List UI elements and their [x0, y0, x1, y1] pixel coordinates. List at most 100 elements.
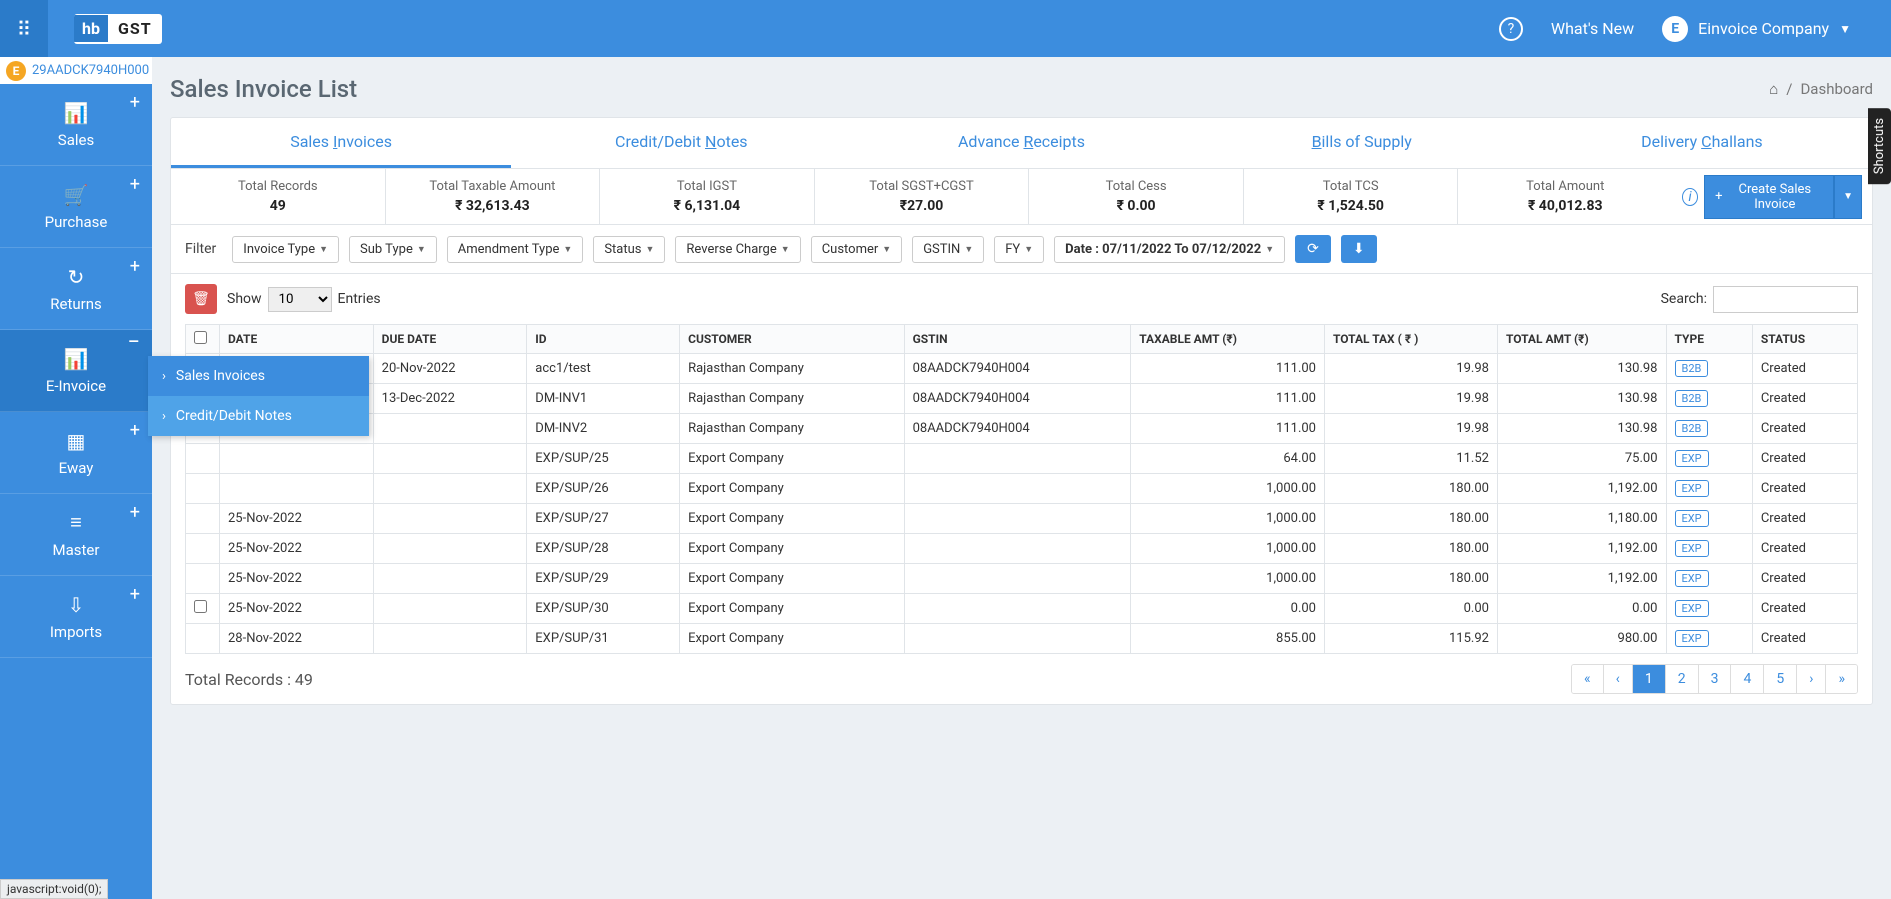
main-content: Sales Invoice List ⌂ / Dashboard Sales I… — [152, 57, 1891, 705]
col-customer[interactable]: CUSTOMER — [680, 325, 904, 354]
col-id[interactable]: ID — [527, 325, 680, 354]
create-cell: i + Create Sales Invoice ▼ — [1672, 175, 1872, 219]
col-status[interactable]: STATUS — [1752, 325, 1857, 354]
table-row[interactable]: EXP/SUP/25 Export Company 64.00 11.52 75… — [186, 444, 1858, 474]
table-row[interactable]: 28-Nov-2022 EXP/SUP/31 Export Company 85… — [186, 624, 1858, 654]
sidebar-item-purchase[interactable]: + 🛒 Purchase — [0, 166, 152, 248]
plus-icon[interactable]: + — [130, 584, 140, 605]
select-all-header — [186, 325, 220, 354]
col-date[interactable]: DATE — [220, 325, 374, 354]
tab-salesinvoices[interactable]: Sales Invoices — [171, 118, 511, 168]
cell-due — [373, 624, 527, 654]
create-sales-invoice-button[interactable]: + Create Sales Invoice — [1704, 175, 1834, 219]
table-row[interactable]: 25-Nov-2022 EXP/SUP/29 Export Company 1,… — [186, 564, 1858, 594]
minus-icon[interactable]: − — [127, 338, 140, 348]
sidebar-item-returns[interactable]: + ↻ Returns — [0, 248, 152, 330]
download-button[interactable]: ⬇ — [1341, 235, 1377, 263]
cell-type: EXP — [1666, 564, 1752, 594]
filter-customer[interactable]: Customer ▼ — [811, 236, 903, 263]
cell-type: EXP — [1666, 474, 1752, 504]
col-taxableamt[interactable]: TAXABLE AMT (₹) — [1131, 325, 1325, 354]
page-btn-1[interactable]: 1 — [1633, 665, 1666, 693]
plus-icon[interactable]: + — [130, 92, 140, 113]
filter-status[interactable]: Status ▼ — [593, 236, 665, 263]
info-icon[interactable]: i — [1682, 188, 1698, 206]
filter-fy[interactable]: FY ▼ — [994, 236, 1044, 263]
sidebar-item-imports[interactable]: + ⇩ Imports — [0, 576, 152, 658]
table-row[interactable]: EXP/SUP/26 Export Company 1,000.00 180.0… — [186, 474, 1858, 504]
page-btn-nav[interactable]: « — [1572, 665, 1604, 693]
filter-amendmenttype[interactable]: Amendment Type ▼ — [447, 236, 584, 263]
page-btn-2[interactable]: 2 — [1666, 665, 1699, 693]
logo[interactable]: hb GST — [74, 14, 162, 44]
page-btn-nav[interactable]: › — [1797, 665, 1826, 693]
total-label: Total Taxable Amount — [386, 179, 600, 194]
cell-status: Created — [1752, 564, 1857, 594]
gstin-selector[interactable]: E 29AADCK7940H000 — [0, 57, 152, 84]
date-range-filter[interactable]: Date : 07/11/2022 To 07/12/2022 ▼ — [1054, 236, 1285, 263]
col-duedate[interactable]: DUE DATE — [373, 325, 527, 354]
cell-gstin — [904, 474, 1131, 504]
app-grid-button[interactable]: ⠿ — [0, 0, 48, 57]
submenu-item-creditdebitnotes[interactable]: ›Credit/Debit Notes — [148, 396, 369, 436]
page-btn-4[interactable]: 4 — [1731, 665, 1764, 693]
tab-advancereceipts[interactable]: Advance Receipts — [851, 118, 1191, 168]
sidebar-item-sales[interactable]: + 📊 Sales — [0, 84, 152, 166]
row-checkbox[interactable] — [194, 600, 207, 613]
table-row[interactable]: DM-INV2 Rajasthan Company 08AADCK7940H00… — [186, 414, 1858, 444]
filter-invoicetype[interactable]: Invoice Type ▼ — [232, 236, 339, 263]
home-icon[interactable]: ⌂ — [1769, 80, 1778, 98]
sidebar-item-master[interactable]: + ≡ Master — [0, 494, 152, 576]
total-label: Total Cess — [1029, 179, 1243, 194]
plus-icon[interactable]: + — [130, 174, 140, 195]
refresh-button[interactable]: ⟳ — [1295, 235, 1331, 263]
filter-subtype[interactable]: Sub Type ▼ — [349, 236, 437, 263]
type-badge: EXP — [1675, 510, 1709, 527]
sidebar-item-einvoice[interactable]: − 📊 E-Invoice — [0, 330, 152, 412]
col-totaltax[interactable]: TOTAL TAX ( ₹ ) — [1325, 325, 1498, 354]
table-row[interactable]: 25-Nov-2022 EXP/SUP/28 Export Company 1,… — [186, 534, 1858, 564]
tab-creditdebitnotes[interactable]: Credit/Debit Notes — [511, 118, 851, 168]
whats-new-link[interactable]: What's New — [1551, 19, 1634, 38]
plus-icon[interactable]: + — [130, 502, 140, 523]
tab-deliverychallans[interactable]: Delivery Challans — [1532, 118, 1872, 168]
delete-button[interactable]: 🗑 — [185, 284, 217, 314]
cell-totaltax: 0.00 — [1325, 594, 1498, 624]
plus-icon[interactable]: + — [130, 420, 140, 441]
table-row[interactable]: 03-Dec-2022 13-Dec-2022 DM-INV1 Rajastha… — [186, 384, 1858, 414]
submenu-label: Sales Invoices — [176, 368, 265, 384]
table-footer: Total Records : 49 «‹12345›» — [171, 654, 1872, 704]
plus-icon[interactable]: + — [130, 256, 140, 277]
cell-totalamt: 1,192.00 — [1497, 534, 1666, 564]
submenu-item-salesinvoices[interactable]: ›Sales Invoices — [148, 356, 369, 396]
shortcuts-tab[interactable]: Shortcuts — [1868, 108, 1891, 184]
col-totalamt[interactable]: TOTAL AMT (₹) — [1497, 325, 1666, 354]
company-selector[interactable]: E Einvoice Company ▼ — [1662, 16, 1851, 42]
cell-customer: Export Company — [680, 504, 904, 534]
table-row[interactable]: 25-Nov-2022 EXP/SUP/30 Export Company 0.… — [186, 594, 1858, 624]
search-input[interactable] — [1713, 286, 1858, 313]
breadcrumb: ⌂ / Dashboard — [1769, 80, 1873, 98]
filter-reversecharge[interactable]: Reverse Charge ▼ — [675, 236, 800, 263]
total-totaligst: Total IGST₹ 6,131.04 — [600, 169, 815, 224]
page-btn-5[interactable]: 5 — [1764, 665, 1797, 693]
cell-customer: Export Company — [680, 594, 904, 624]
col-type[interactable]: TYPE — [1666, 325, 1752, 354]
col-gstin[interactable]: GSTIN — [904, 325, 1131, 354]
table-row[interactable]: 10-Nov-2022 20-Nov-2022 acc1/test Rajast… — [186, 354, 1858, 384]
select-all-checkbox[interactable] — [194, 331, 207, 344]
create-invoice-dropdown[interactable]: ▼ — [1834, 175, 1862, 219]
breadcrumb-current[interactable]: Dashboard — [1800, 80, 1873, 98]
page-btn-nav[interactable]: » — [1826, 665, 1857, 693]
cell-taxable: 855.00 — [1131, 624, 1325, 654]
page-btn-3[interactable]: 3 — [1699, 665, 1732, 693]
cell-id: DM-INV2 — [527, 414, 680, 444]
table-row[interactable]: 25-Nov-2022 EXP/SUP/27 Export Company 1,… — [186, 504, 1858, 534]
cell-status: Created — [1752, 414, 1857, 444]
page-btn-nav[interactable]: ‹ — [1604, 665, 1633, 693]
entries-select[interactable]: 10 — [268, 287, 332, 312]
filter-gstin[interactable]: GSTIN ▼ — [912, 236, 984, 263]
help-icon[interactable]: ? — [1499, 17, 1523, 41]
sidebar-item-eway[interactable]: + ▦ Eway — [0, 412, 152, 494]
tab-billsofsupply[interactable]: Bills of Supply — [1192, 118, 1532, 168]
